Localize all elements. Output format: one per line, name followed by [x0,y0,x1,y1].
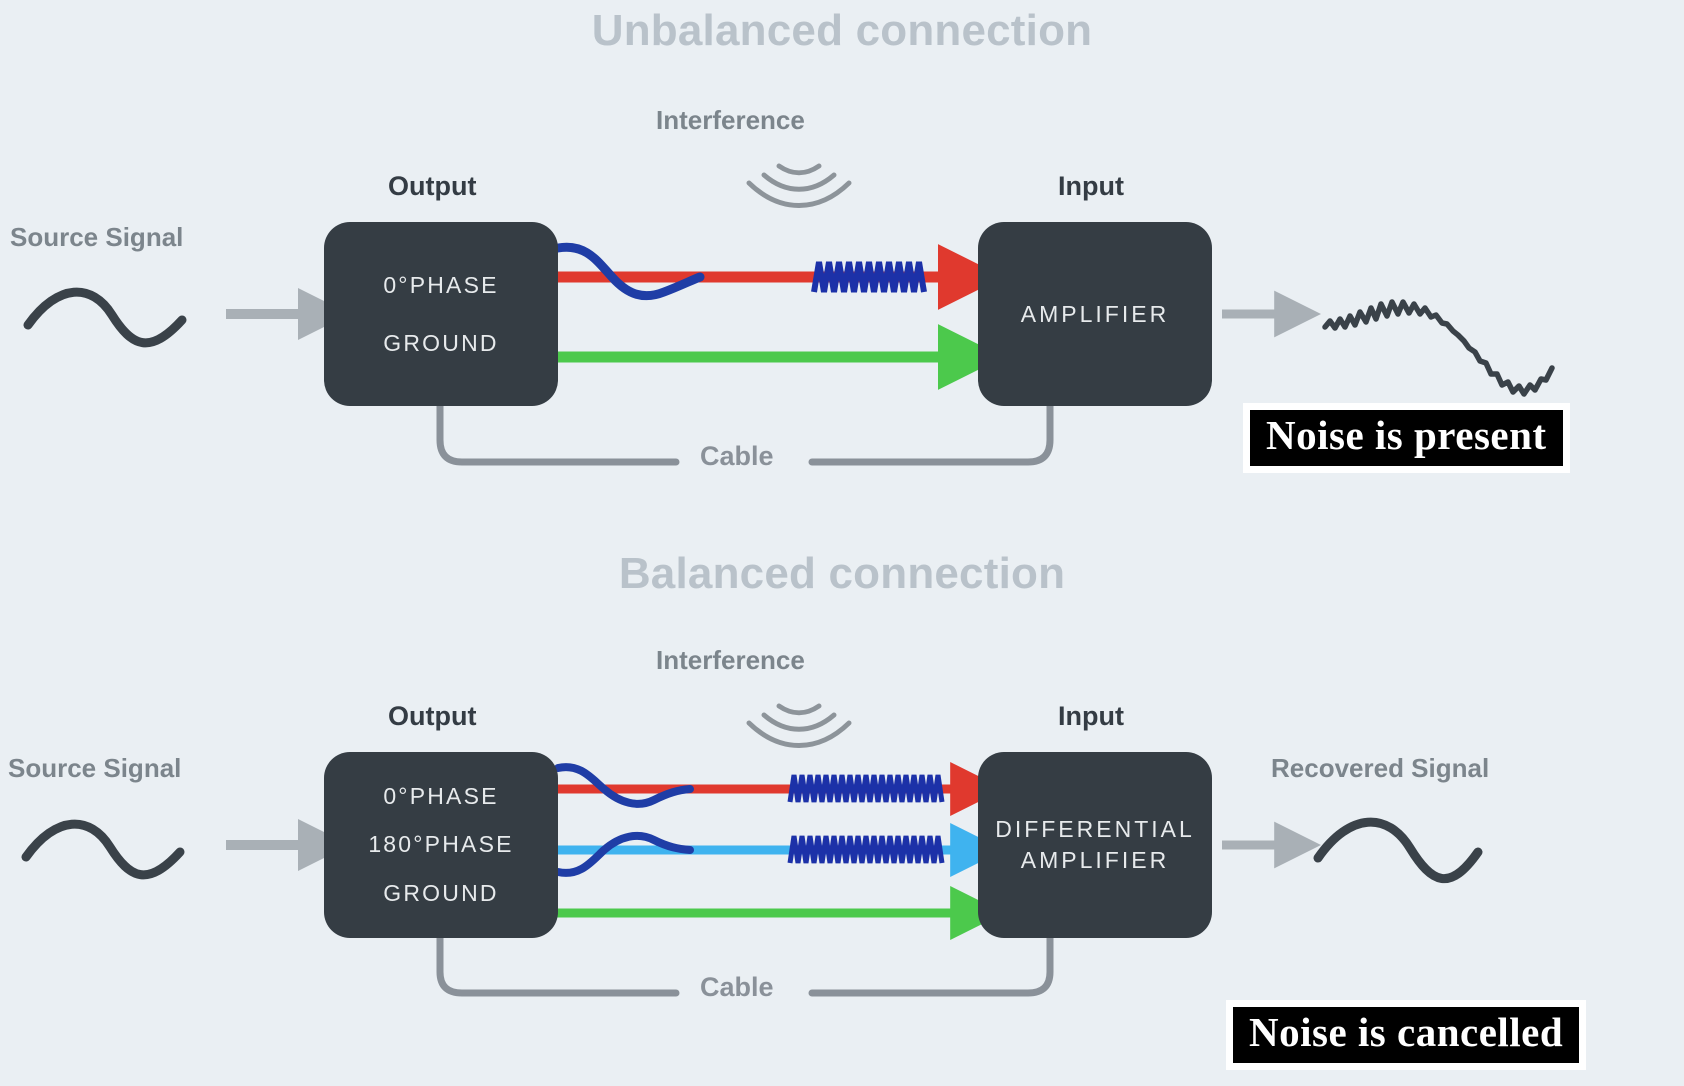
output-pin-180-phase-bottom: 180°PHASE [368,831,514,858]
source-signal-label-top: Source Signal [10,222,184,252]
noise-zigzag-on-cold-bottom [787,835,945,864]
source-signal-label-bottom: Source Signal [8,753,182,783]
section-title-balanced: Balanced connection [618,549,1066,598]
cable-label-top: Cable [700,441,774,471]
output-pin-ground-bottom: GROUND [383,880,499,907]
noise-zigzag-on-hot-bottom [787,774,945,803]
output-device-box-top[interactable]: 0°PHASE GROUND [324,222,558,406]
diagram-canvas: Unbalanced connection Source Signal Outp… [0,0,1684,1086]
section-title-unbalanced: Unbalanced connection [591,6,1093,55]
diagram-vector-layer [21,163,1555,997]
interference-icon-top [746,163,852,208]
output-label-bottom: Output [388,701,477,731]
input-label-top: Input [1058,171,1124,201]
output-label-top: Output [388,171,477,201]
signal-sine-on-hot-top [553,242,705,301]
differential-amplifier-label-line2: AMPLIFIER [1020,847,1170,873]
source-sine-wave-top [23,287,187,348]
input-label-bottom: Input [1058,701,1124,731]
noise-cancelled-badge: Noise is cancelled [1226,1000,1587,1071]
differential-amplifier-label-line1: DIFFERENTIAL [995,816,1195,842]
output-pin-0-phase-bottom: 0°PHASE [383,782,499,809]
amplifier-device-box-top[interactable]: AMPLIFIER [978,222,1212,406]
interference-label-top: Interference [656,105,805,135]
noise-zigzag-on-hot-top [811,261,927,293]
cable-label-bottom: Cable [700,972,774,1002]
recovered-clean-wave [1313,817,1483,884]
amplifier-label-top: AMPLIFIER [1020,300,1170,327]
noise-present-badge: Noise is present [1243,403,1570,474]
output-pin-ground-top: GROUND [383,329,499,356]
interference-icon-bottom [746,703,852,748]
interference-label-bottom: Interference [656,645,805,675]
noisy-output-wave-top [1322,299,1555,397]
output-pin-0-phase-top: 0°PHASE [383,271,499,298]
source-sine-wave-bottom [21,819,185,880]
recovered-signal-label: Recovered Signal [1271,753,1490,783]
differential-amplifier-device-box[interactable]: DIFFERENTIAL AMPLIFIER [978,752,1212,938]
output-device-box-bottom[interactable]: 0°PHASE 180°PHASE GROUND [324,752,558,938]
